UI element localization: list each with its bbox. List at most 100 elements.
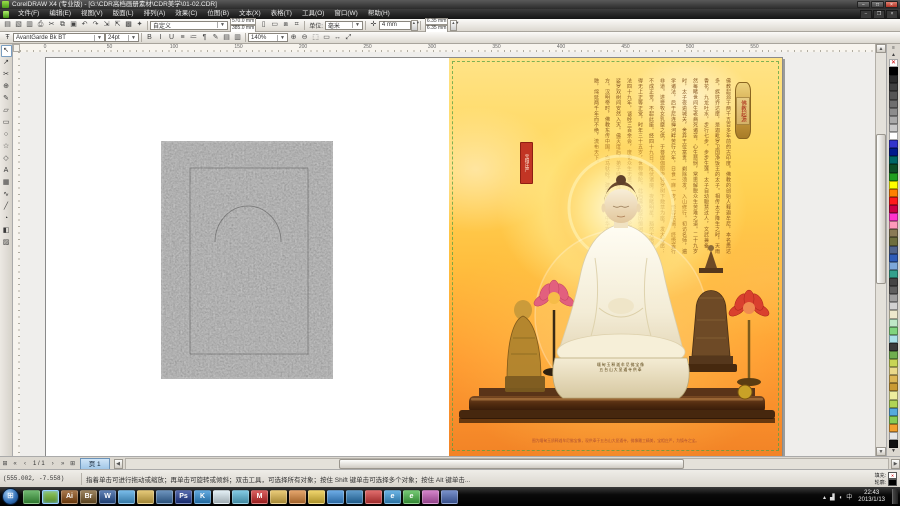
export-icon[interactable]: ⇱: [112, 20, 123, 30]
page-width-field[interactable]: 570.0 mm: [230, 18, 256, 26]
color-swatch[interactable]: [889, 237, 898, 245]
mdi-restore-button[interactable]: ❐: [873, 10, 885, 19]
color-swatch[interactable]: [889, 213, 898, 221]
bridge-app[interactable]: Br: [80, 490, 97, 504]
color-swatch[interactable]: [889, 375, 898, 383]
next-page-icon[interactable]: ›: [48, 459, 58, 469]
new-icon[interactable]: ▤: [2, 20, 13, 30]
tray-volume-icon[interactable]: ◖: [839, 495, 843, 501]
start-button[interactable]: ⊞: [2, 488, 19, 505]
color-swatch[interactable]: [889, 189, 898, 197]
portrait-icon[interactable]: ▯: [258, 20, 269, 30]
zoom-level-combo[interactable]: 140% ▼: [248, 33, 288, 42]
welcome-icon[interactable]: ✦: [134, 20, 145, 30]
color-swatch[interactable]: [889, 156, 898, 164]
zoom-width-icon[interactable]: ↔: [332, 33, 343, 43]
horizontal-scrollbar[interactable]: [125, 458, 889, 470]
copy-icon[interactable]: ⧉: [57, 20, 68, 30]
paste-icon[interactable]: ▣: [68, 20, 79, 30]
table-tool[interactable]: ▦: [1, 177, 12, 189]
palette-menu-icon[interactable]: ≡: [888, 45, 899, 52]
page-tab[interactable]: 页 1: [80, 458, 110, 470]
color-swatch[interactable]: [889, 351, 898, 359]
tray-input-icon[interactable]: 中: [846, 495, 852, 501]
pc-manager-app[interactable]: [441, 490, 458, 504]
color-swatch[interactable]: [889, 359, 898, 367]
menu-item-8[interactable]: 表格(T): [266, 9, 297, 19]
coreldraw-app[interactable]: [42, 490, 59, 504]
pick-tool[interactable]: ↖: [1, 45, 12, 57]
color-swatch[interactable]: [889, 124, 898, 132]
add-page-2-icon[interactable]: ⊞: [68, 459, 78, 469]
duplicate-x-field[interactable]: 6.35 mm: [425, 18, 448, 26]
color-swatch[interactable]: [889, 75, 898, 83]
color-swatch[interactable]: [889, 229, 898, 237]
first-page-icon[interactable]: «: [10, 459, 20, 469]
zoom-height-icon[interactable]: ⤢: [343, 33, 354, 43]
drawing-canvas[interactable]: 佛教起源于两千五百多年前的古印度。佛教的创始人释迦牟尼，本名悉达多，族姓乔达摩，…: [20, 52, 876, 456]
rectangle-tool[interactable]: ▭: [1, 117, 12, 129]
minimize-button[interactable]: −: [857, 1, 870, 8]
tray-expand-icon[interactable]: ▴: [823, 495, 826, 501]
show-desktop-button[interactable]: [892, 489, 898, 504]
globe-app[interactable]: [346, 490, 363, 504]
color-swatch[interactable]: [889, 335, 898, 343]
ruler-origin-button[interactable]: [13, 44, 20, 52]
units-combo[interactable]: 毫米 ▼: [325, 21, 363, 30]
tray-network-icon[interactable]: ▟: [830, 495, 835, 501]
prev-page-icon[interactable]: ‹: [20, 459, 30, 469]
vertical-text-icon[interactable]: ▥: [232, 33, 243, 43]
freehand-tool[interactable]: ✎: [1, 93, 12, 105]
word-app[interactable]: W: [99, 490, 116, 504]
outline-tool[interactable]: ◔: [1, 213, 12, 225]
color-swatch[interactable]: [889, 286, 898, 294]
close-button[interactable]: ×: [885, 1, 898, 8]
color-swatch[interactable]: [889, 432, 898, 440]
text-tool[interactable]: A: [1, 165, 12, 177]
palette-scroll-down-icon[interactable]: ▼: [888, 448, 899, 455]
color-swatch[interactable]: [889, 116, 898, 124]
eyedropper-tool[interactable]: ╱: [1, 201, 12, 213]
color-swatch[interactable]: [889, 100, 898, 108]
last-page-icon[interactable]: »: [58, 459, 68, 469]
color-swatch[interactable]: [889, 254, 898, 262]
game-center-app[interactable]: [118, 490, 135, 504]
color-swatch[interactable]: [889, 367, 898, 375]
save-icon[interactable]: ▥: [24, 20, 35, 30]
color-swatch[interactable]: [889, 302, 898, 310]
paper-size-combo[interactable]: 自定义 ▼: [150, 21, 228, 30]
antivirus-green-app[interactable]: [23, 490, 40, 504]
color-swatch[interactable]: [889, 319, 898, 327]
zoom-page-icon[interactable]: ▭: [321, 33, 332, 43]
photo-viewer-app[interactable]: [137, 490, 154, 504]
compass-browser-app[interactable]: [232, 490, 249, 504]
no-color-swatch[interactable]: [889, 59, 898, 67]
bold-icon[interactable]: B: [144, 33, 155, 43]
mail-m-app[interactable]: M: [251, 490, 268, 504]
mdi-close-button[interactable]: ×: [886, 10, 898, 19]
menu-item-4[interactable]: 排列(A): [139, 9, 171, 19]
edit-text-icon[interactable]: ✎: [210, 33, 221, 43]
font-size-combo[interactable]: 24pt ▼: [105, 33, 139, 42]
menu-item-0[interactable]: 文件(F): [13, 9, 44, 19]
menu-item-5[interactable]: 效果(C): [170, 9, 202, 19]
color-swatch[interactable]: [889, 270, 898, 278]
color-swatch[interactable]: [889, 383, 898, 391]
interactive-fill-tool[interactable]: ▨: [1, 237, 12, 249]
pinwheel-app[interactable]: [422, 490, 439, 504]
folder-app[interactable]: [270, 490, 287, 504]
nudge-field[interactable]: 4 mm: [379, 21, 411, 30]
menu-item-9[interactable]: 工具(O): [297, 9, 329, 19]
cut-icon[interactable]: ✂: [46, 20, 57, 30]
vertical-scroll-thumb[interactable]: [876, 134, 886, 284]
color-swatch[interactable]: [889, 408, 898, 416]
color-swatch[interactable]: [889, 164, 898, 172]
undo-icon[interactable]: ↶: [79, 20, 90, 30]
polygon-tool[interactable]: ☆: [1, 141, 12, 153]
underline-icon[interactable]: U: [166, 33, 177, 43]
align-icon[interactable]: ≡: [177, 33, 188, 43]
photoshop-app[interactable]: Ps: [175, 490, 192, 504]
drop-cap-icon[interactable]: ¶: [199, 33, 210, 43]
menu-item-2[interactable]: 视图(V): [76, 9, 108, 19]
open-icon[interactable]: ▧: [13, 20, 24, 30]
